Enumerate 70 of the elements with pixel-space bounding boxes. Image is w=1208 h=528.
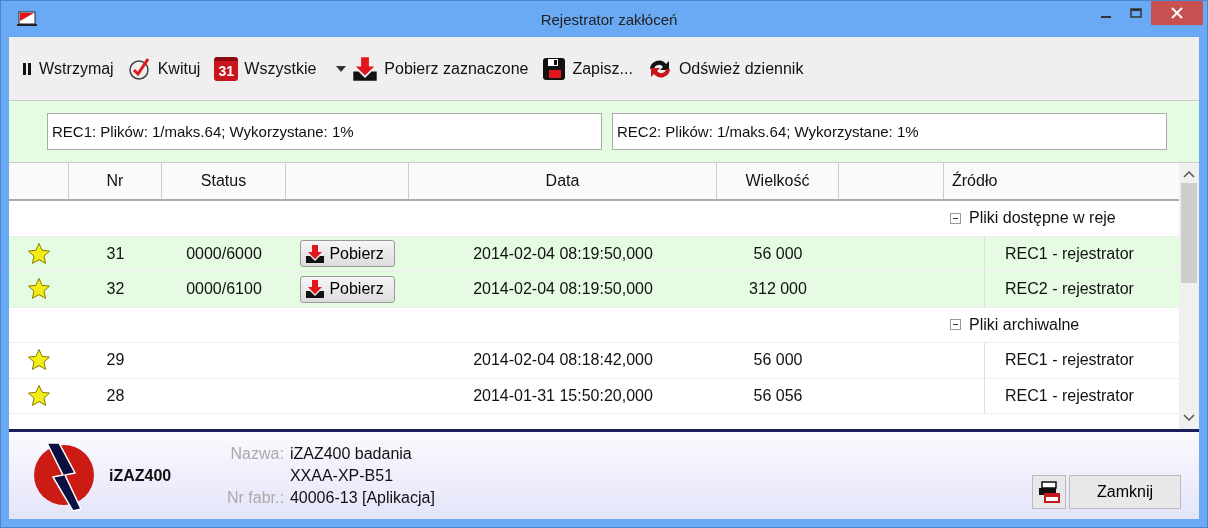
file-row[interactable]: 31 0000/6000 Pobierz 2014-02-04 08:19:50,000 56 000 REC1 - rejestrator — [9, 236, 1179, 272]
column-header[interactable]: Status — [162, 163, 286, 199]
download-icon — [305, 279, 326, 300]
download-button[interactable]: Pobierz — [300, 275, 395, 303]
calendar-icon: 31 — [214, 56, 239, 81]
app-icon — [17, 11, 37, 27]
field-value: XXAA-XP-B51 — [289, 466, 395, 485]
download-button[interactable]: Pobierz — [300, 240, 395, 268]
table-cell: REC1 - rejestrator — [1005, 244, 1134, 263]
table-cell: 29 — [106, 351, 125, 370]
table-cell: REC2 - rejestrator — [1005, 280, 1134, 299]
table-cell: 2014-01-31 15:50:20,000 — [473, 386, 653, 405]
minimize-icon — [1101, 16, 1111, 18]
table-cell: 2014-02-04 08:19:50,000 — [473, 244, 653, 263]
table-cell: 2014-02-04 08:18:42,000 — [473, 351, 653, 370]
toolbar-button[interactable]: Odśwież dziennik — [646, 57, 804, 80]
recorder-status-field: REC1: Plików: 1/maks.64; Wykorzystane: 1% — [47, 113, 602, 150]
group-label: Pliki dostępne w reje — [969, 209, 1116, 228]
recorder-status-field: REC2: Plików: 1/maks.64; Wykorzystane: 1% — [612, 113, 1167, 150]
scrollbar-thumb[interactable] — [1181, 183, 1197, 283]
printer-icon — [1037, 480, 1061, 504]
star-icon — [27, 383, 51, 408]
table-cell: 56 056 — [753, 386, 803, 405]
star-icon — [27, 277, 51, 302]
column-header[interactable]: Wielkość — [717, 163, 839, 199]
device-name: iZAZ400 — [109, 466, 173, 485]
toolbar-button[interactable]: 31 Wszystkie — [214, 56, 317, 81]
file-row[interactable]: 28 2014-01-31 15:50:20,000 56 056 REC1 - rejestrator — [9, 378, 1179, 414]
toolbar-button[interactable]: Wstrzymaj — [21, 59, 114, 78]
file-row[interactable]: 29 2014-02-04 08:18:42,000 56 000 REC1 - rejestrator — [9, 343, 1179, 379]
table-cell: 56 000 — [753, 244, 803, 263]
field-label: Nr fabr.: — [227, 488, 284, 507]
collapse-icon[interactable] — [950, 212, 961, 224]
file-row[interactable]: 32 0000/6100 Pobierz 2014-02-04 08:19:50,000 312 000 REC2 - rejestrator — [9, 272, 1179, 308]
star-icon — [27, 241, 51, 266]
toolbar-button[interactable]: Kwituj — [127, 56, 201, 81]
toolbar-button[interactable]: Zapisz... — [542, 56, 633, 81]
column-header[interactable]: Nr — [69, 163, 162, 199]
field-value: 40006-13 [Aplikacja] — [289, 488, 435, 507]
field-value: iZAZ400 badania — [289, 444, 413, 463]
check-icon — [127, 56, 152, 81]
print-button[interactable] — [1032, 475, 1066, 509]
table-cell: 32 — [106, 280, 125, 299]
close-button[interactable]: Zamknij — [1069, 475, 1181, 509]
column-header[interactable]: Źródło — [944, 163, 1179, 199]
table-cell: 56 000 — [753, 351, 803, 370]
table-cell: 28 — [106, 386, 125, 405]
table-cell: 0000/6000 — [186, 244, 262, 263]
star-icon — [27, 348, 51, 373]
table-cell: 31 — [106, 244, 125, 263]
table-cell: REC1 - rejestrator — [1005, 351, 1134, 370]
scroll-down-icon[interactable] — [1183, 413, 1195, 423]
maximize-icon — [1130, 8, 1142, 18]
scroll-up-icon[interactable] — [1183, 169, 1195, 179]
table-cell: REC1 - rejestrator — [1005, 386, 1134, 405]
dropdown-caret-icon[interactable] — [336, 65, 347, 72]
collapse-icon[interactable] — [950, 319, 961, 331]
toolbar-button[interactable]: Pobierz zaznaczone — [352, 55, 529, 82]
field-label: Nazwa: — [229, 444, 284, 463]
window-title: Rejestrator zakłóceń — [539, 10, 679, 28]
table-cell: 312 000 — [749, 280, 807, 299]
column-header[interactable]: Data — [409, 163, 717, 199]
group-label: Pliki archiwalne — [969, 315, 1080, 334]
pause-icon — [21, 60, 33, 77]
table-cell: 0000/6100 — [186, 280, 262, 299]
table-cell: 2014-02-04 08:19:50,000 — [473, 280, 653, 299]
download-icon — [305, 243, 326, 264]
download-icon — [352, 55, 379, 82]
close-button[interactable] — [1151, 1, 1203, 25]
close-icon — [1171, 7, 1183, 19]
